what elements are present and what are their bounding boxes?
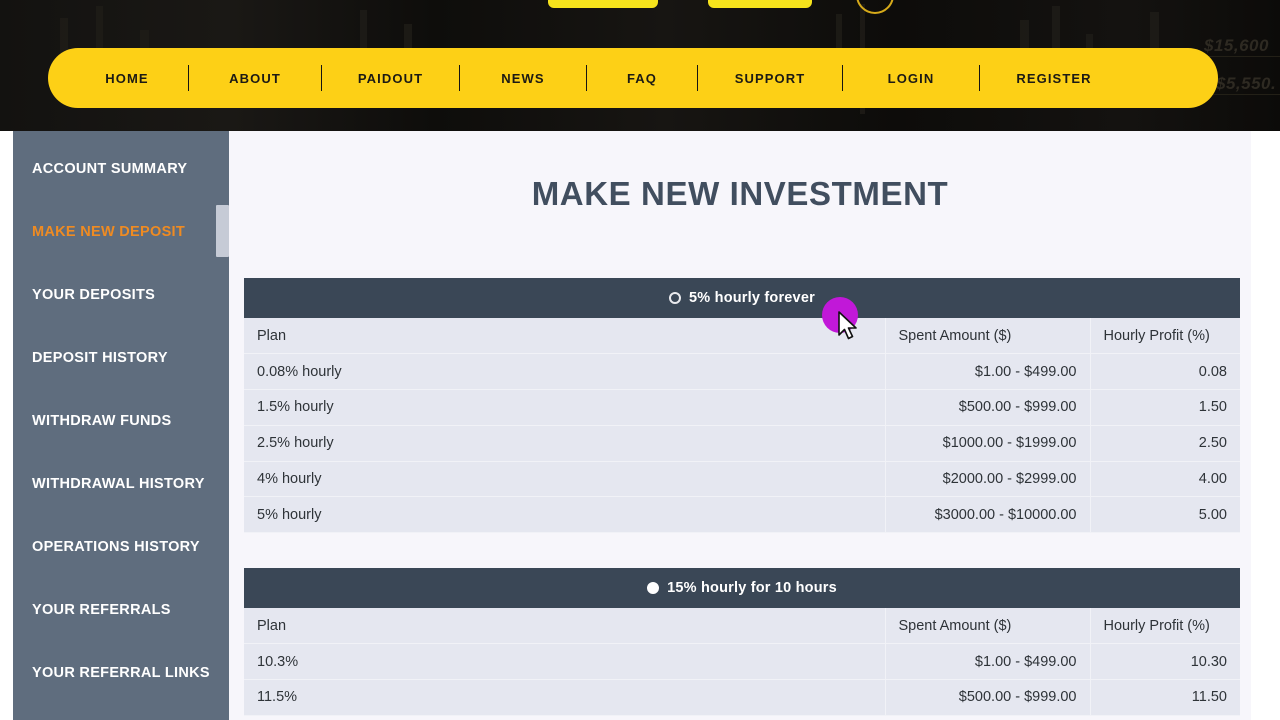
nav-item-home[interactable]: HOME [66, 71, 188, 86]
cell-plan: 11.5% [244, 679, 885, 716]
mouse-cursor [838, 311, 857, 340]
table-header-row: Plan Spent Amount ($) Hourly Profit (%) [244, 608, 1240, 645]
plan-radio-2[interactable] [647, 582, 660, 594]
sidebar-item-account-summary[interactable]: ACCOUNT SUMMARY [32, 161, 187, 177]
column-header-spent: Spent Amount ($) [884, 608, 1090, 645]
nav-item-news[interactable]: NEWS [460, 71, 586, 86]
nav-item-faq[interactable]: FAQ [587, 71, 697, 86]
column-header-plan: Plan [244, 318, 885, 355]
cell-plan: 0.08% hourly [244, 353, 885, 391]
cell-plan: 2.5% hourly [244, 425, 885, 462]
plan-header-1[interactable]: 5% hourly forever [244, 278, 1240, 318]
page-left-margin [0, 131, 13, 720]
table-row[interactable]: 4% hourly $2000.00 - $2999.00 4.00 [244, 461, 1240, 498]
table-row[interactable]: 11.5% $500.00 - $999.00 11.50 [244, 679, 1240, 716]
cell-profit: 4.00 [1089, 461, 1240, 498]
table-header-row: Plan Spent Amount ($) Hourly Profit (%) [244, 318, 1240, 355]
plan-table-1: Plan Spent Amount ($) Hourly Profit (%) … [244, 318, 1240, 534]
nav-item-about[interactable]: ABOUT [189, 71, 321, 86]
cell-profit: 5.00 [1089, 496, 1240, 534]
main-navigation: HOME ABOUT PAIDOUT NEWS FAQ SUPPORT LOGI… [48, 48, 1218, 108]
cell-plan: 4% hourly [244, 461, 885, 498]
cell-spent: $3000.00 - $10000.00 [884, 496, 1090, 534]
hero-button-right[interactable] [708, 0, 812, 8]
cell-profit: 1.50 [1089, 389, 1240, 426]
column-header-profit: Hourly Profit (%) [1089, 318, 1240, 355]
page-title: MAKE NEW INVESTMENT [531, 175, 949, 212]
nav-item-register[interactable]: REGISTER [980, 71, 1128, 86]
nav-item-paidout[interactable]: PAIDOUT [322, 71, 459, 86]
cell-plan: 5% hourly [244, 496, 885, 534]
cell-plan: 1.5% hourly [244, 389, 885, 426]
sidebar-item-make-new-deposit[interactable]: MAKE NEW DEPOSIT [32, 224, 185, 240]
cell-profit: 11.50 [1089, 679, 1240, 716]
site-header: $15,600 $5,550. HOME ABOUT PAIDOUT NEWS … [0, 0, 1280, 131]
sidebar-scrollbar-thumb[interactable] [216, 205, 229, 257]
column-header-spent: Spent Amount ($) [884, 318, 1090, 355]
plan-table-2: Plan Spent Amount ($) Hourly Profit (%) … [244, 608, 1240, 716]
cell-spent: $1.00 - $499.00 [884, 353, 1090, 391]
sidebar-item-your-referrals[interactable]: YOUR REFERRALS [32, 602, 171, 618]
plan-title-1: 5% hourly forever [689, 290, 815, 306]
plan-card-2: 15% hourly for 10 hours Plan Spent Amoun… [244, 568, 1240, 716]
nav-item-support[interactable]: SUPPORT [698, 71, 842, 86]
content-right-margin [1251, 131, 1280, 720]
cell-profit: 0.08 [1089, 353, 1240, 391]
sidebar-item-withdraw-funds[interactable]: WITHDRAW FUNDS [32, 413, 172, 429]
sidebar-item-operations-history[interactable]: OPERATIONS HISTORY [32, 539, 200, 555]
sidebar-item-deposit-history[interactable]: DEPOSIT HISTORY [32, 350, 168, 366]
bg-ticker-value-2: $5,550. [1216, 74, 1277, 93]
main-content: MAKE NEW INVESTMENT 5% hourly forever Pl… [229, 131, 1280, 720]
hero-button-left[interactable] [548, 0, 658, 8]
cell-spent: $1.00 - $499.00 [884, 643, 1090, 681]
cell-spent: $500.00 - $999.00 [884, 679, 1090, 716]
table-row[interactable]: 1.5% hourly $500.00 - $999.00 1.50 [244, 389, 1240, 426]
account-sidebar: ACCOUNT SUMMARY MAKE NEW DEPOSIT YOUR DE… [13, 131, 229, 720]
sidebar-item-withdrawal-history[interactable]: WITHDRAWAL HISTORY [32, 476, 205, 492]
sidebar-item-your-deposits[interactable]: YOUR DEPOSITS [32, 287, 155, 303]
plan-header-2[interactable]: 15% hourly for 10 hours [244, 568, 1240, 608]
plan-title-2: 15% hourly for 10 hours [667, 580, 837, 596]
nav-item-login[interactable]: LOGIN [843, 71, 979, 86]
app-window: $15,600 $5,550. HOME ABOUT PAIDOUT NEWS … [0, 0, 1280, 720]
cell-spent: $2000.00 - $2999.00 [884, 461, 1090, 498]
table-row[interactable]: 5% hourly $3000.00 - $10000.00 5.00 [244, 496, 1240, 534]
plan-radio-1[interactable] [669, 292, 682, 304]
table-row[interactable]: 0.08% hourly $1.00 - $499.00 0.08 [244, 353, 1240, 391]
sidebar-item-your-referral-links[interactable]: YOUR REFERRAL LINKS [32, 665, 210, 681]
cell-spent: $500.00 - $999.00 [884, 389, 1090, 426]
table-row[interactable]: 10.3% $1.00 - $499.00 10.30 [244, 643, 1240, 681]
table-row[interactable]: 2.5% hourly $1000.00 - $1999.00 2.50 [244, 425, 1240, 462]
cell-profit: 2.50 [1089, 425, 1240, 462]
cell-plan: 10.3% [244, 643, 885, 681]
column-header-profit: Hourly Profit (%) [1089, 608, 1240, 645]
cell-profit: 10.30 [1089, 643, 1240, 681]
bg-ticker-value-1: $15,600 [1204, 36, 1269, 55]
plan-card-1: 5% hourly forever Plan Spent Amount ($) … [244, 278, 1240, 534]
column-header-plan: Plan [244, 608, 885, 645]
cell-spent: $1000.00 - $1999.00 [884, 425, 1090, 462]
